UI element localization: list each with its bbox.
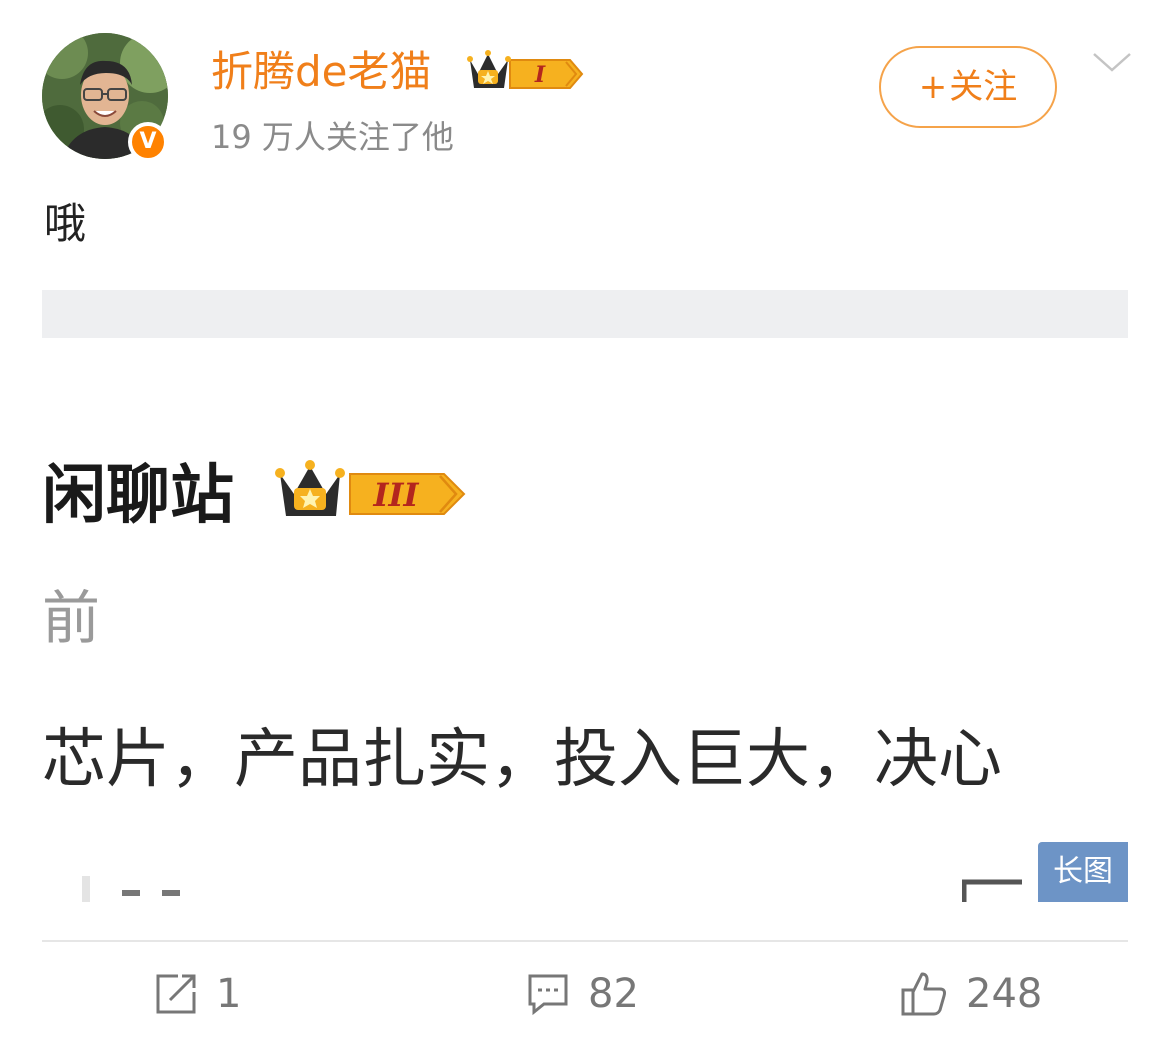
image-cropped-count: [82, 876, 180, 902]
image-post-time: 前: [42, 584, 101, 652]
comment-button[interactable]: 82: [526, 964, 639, 1024]
like-count: 248: [966, 971, 1043, 1017]
follower-count: 19 万人关注了他: [211, 118, 454, 156]
chevron-down-icon[interactable]: [1092, 48, 1132, 76]
crown-level-icon: III: [275, 460, 466, 516]
follow-button-label: 关注: [949, 67, 1018, 107]
level-badge-text: III: [373, 476, 420, 514]
follow-button[interactable]: +关注: [879, 46, 1057, 128]
image-author-name: 闲聊站: [42, 459, 234, 533]
verified-badge: V: [128, 122, 168, 162]
comment-icon: [528, 974, 568, 1016]
action-divider: [42, 940, 1128, 942]
comment-count: 82: [588, 971, 639, 1017]
repost-button[interactable]: 1: [154, 964, 241, 1024]
long-image-badge: 长图: [1038, 842, 1128, 902]
post-image[interactable]: 闲聊站 III 前 芯片，产品扎实，投入巨大，决心 长图: [42, 290, 1128, 902]
image-cropped-icon: [962, 879, 1022, 902]
image-post-body: 芯片，产品扎实，投入巨大，决心: [42, 723, 1002, 797]
repost-count: 1: [216, 971, 242, 1017]
repost-icon: [156, 974, 196, 1014]
image-top-band: [42, 290, 1128, 338]
username[interactable]: 折腾de老猫: [211, 44, 432, 100]
like-button[interactable]: 248: [900, 964, 1042, 1024]
post-text: 哦: [44, 199, 87, 248]
thumbs-up-icon: [901, 972, 946, 1016]
plus-icon: +: [918, 67, 948, 107]
crown-level-icon[interactable]: I: [466, 48, 584, 96]
level-badge-text: I: [534, 62, 546, 88]
